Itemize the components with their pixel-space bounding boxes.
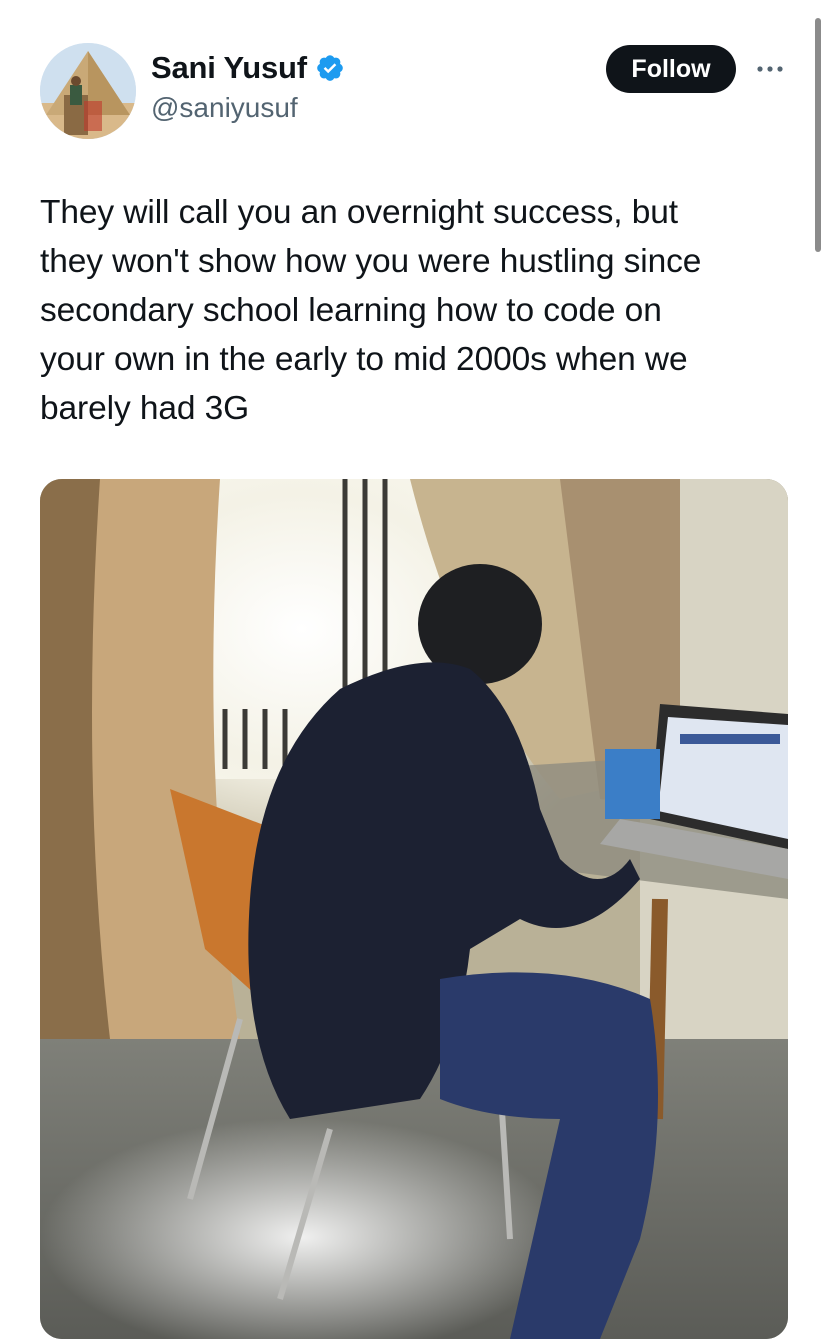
follow-button[interactable]: Follow [606, 45, 736, 93]
author-avatar[interactable] [40, 43, 136, 139]
scrollbar[interactable] [815, 18, 821, 252]
display-name-text[interactable]: Sani Yusuf [151, 50, 307, 86]
tweet-text: They will call you an overnight success,… [40, 194, 702, 427]
author-display-name[interactable]: Sani Yusuf [151, 50, 345, 86]
tweet-header: Sani Yusuf @saniyusuf Follow [0, 0, 828, 160]
tweet-media-photo[interactable] [40, 479, 788, 1339]
photo-illustration [40, 479, 788, 1339]
avatar-image [40, 43, 136, 139]
author-handle[interactable]: @saniyusuf [151, 92, 298, 124]
verified-badge-icon[interactable] [315, 53, 345, 83]
more-horizontal-icon[interactable] [754, 60, 786, 78]
